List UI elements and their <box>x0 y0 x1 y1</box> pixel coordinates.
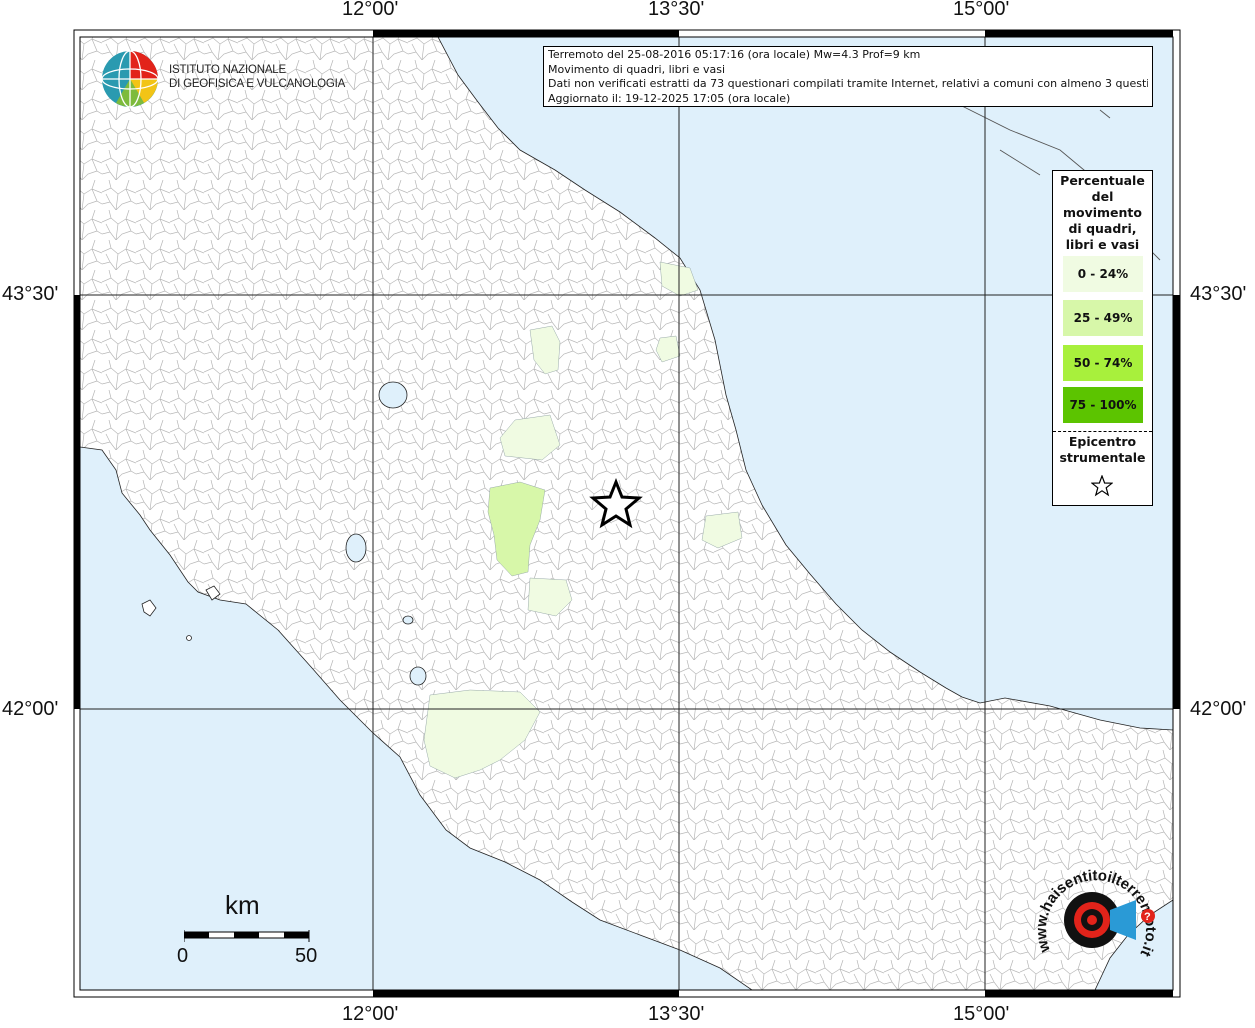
earthquake-info-box: Terremoto del 25-08-2016 05:17:16 (ora l… <box>543 46 1153 107</box>
legend-title-line: del <box>1091 189 1114 204</box>
legend-title-line: libri e vasi <box>1065 237 1140 252</box>
legend-title-line: movimento <box>1062 205 1142 220</box>
legend: Percentuale del movimento di quadri, lib… <box>1052 170 1153 506</box>
lat-label-right: 43°30' <box>1190 283 1247 305</box>
lon-label-top: 13°30' <box>648 0 705 20</box>
star-icon <box>1091 475 1113 497</box>
legend-epicenter-line: strumentale <box>1059 450 1146 465</box>
logo-line: DI GEOFISICA E VULCANOLOGIA <box>169 78 346 90</box>
lat-label-left: 42°00' <box>2 698 59 720</box>
target-icon: www.haisentitoilterremoto.it ? <box>1033 867 1159 959</box>
legend-epicenter-label: Epicentro strumentale <box>1053 434 1152 466</box>
lon-label-bottom: 15°00' <box>953 1003 1010 1025</box>
data-note: Dati non verificati estratti da 73 quest… <box>548 77 1148 90</box>
hai-sentito-logo: www.haisentitoilterremoto.it ? <box>1032 858 1164 978</box>
legend-title-line: Percentuale <box>1060 173 1145 188</box>
lon-label-top: 12°00' <box>342 0 399 20</box>
lon-label-bottom: 12°00' <box>342 1003 399 1025</box>
question-symbol: ? <box>1144 911 1151 923</box>
legend-divider <box>1053 431 1152 432</box>
scale-unit: km <box>225 890 260 920</box>
lat-label-left: 43°30' <box>2 283 59 305</box>
logo-line: ISTITUTO NAZIONALE <box>169 64 286 76</box>
legend-class-75-100: 75 - 100% <box>1063 387 1143 423</box>
updated-timestamp: Aggiornato il: 19-12-2025 17:05 (ora loc… <box>548 91 791 105</box>
scale-ruler <box>184 930 310 942</box>
map-subject: Movimento di quadri, libri e vasi <box>548 62 726 76</box>
globe-icon <box>101 50 159 108</box>
lon-label-bottom: 13°30' <box>648 1003 705 1025</box>
event-title: Terremoto del 25-08-2016 05:17:16 (ora l… <box>548 48 921 61</box>
lat-label-right: 42°00' <box>1190 698 1247 720</box>
legend-class-50-74: 50 - 74% <box>1063 345 1143 381</box>
legend-epicenter-line: Epicentro <box>1068 434 1137 449</box>
scale-bar: km 0 50 <box>170 890 330 970</box>
ingv-logo-text: ISTITUTO NAZIONALE DI GEOFISICA E VULCAN… <box>169 63 345 91</box>
legend-class-0-24: 0 - 24% <box>1063 256 1143 292</box>
legend-class-25-49: 25 - 49% <box>1063 300 1143 336</box>
lon-label-top: 15°00' <box>953 0 1010 20</box>
scale-end: 50 <box>295 945 318 967</box>
legend-title: Percentuale del movimento di quadri, lib… <box>1053 171 1152 253</box>
scale-start: 0 <box>177 945 189 967</box>
legend-title-line: di quadri, <box>1068 221 1137 236</box>
